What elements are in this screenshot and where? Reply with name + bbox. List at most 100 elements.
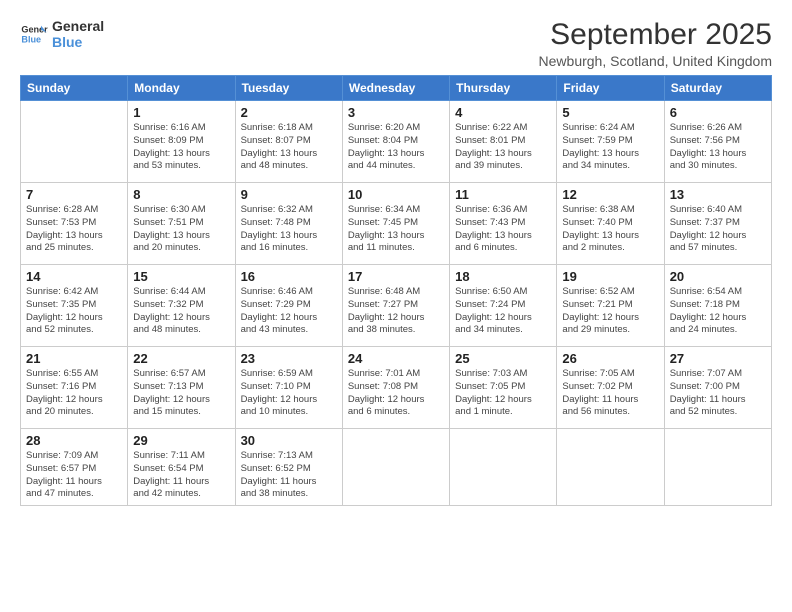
calendar-cell: 26Sunrise: 7:05 AM Sunset: 7:02 PM Dayli… [557, 347, 664, 429]
day-number: 22 [133, 351, 229, 366]
day-number: 20 [670, 269, 766, 284]
title-block: September 2025 Newburgh, Scotland, Unite… [539, 18, 772, 69]
calendar-cell: 9 Sunrise: 6:32 AM Sunset: 7:48 PM Daylig… [235, 183, 342, 265]
logo-text-line2: Blue [52, 34, 104, 50]
day-number: 21 [26, 351, 122, 366]
day-number: 19 [562, 269, 658, 284]
calendar-cell [342, 429, 449, 506]
day-info: Sunrise: 7:05 AM Sunset: 7:02 PM Dayligh… [562, 368, 658, 419]
day-info: Sunrise: 6:16 AM Sunset: 8:09 PM Dayligh… [133, 122, 229, 173]
calendar-cell: 29 Sunrise: 7:11 AM Sunset: 6:54 PM Dayli… [128, 429, 235, 506]
day-number: 30 [241, 433, 337, 448]
day-number: 9 [241, 187, 337, 202]
svg-text:Blue: Blue [21, 34, 41, 44]
day-info: Sunrise: 7:09 AM Sunset: 6:57 PM Dayligh… [26, 450, 122, 501]
calendar-cell: 7 Sunrise: 6:28 AM Sunset: 7:53 PM Daylig… [21, 183, 128, 265]
calendar-cell: 30 Sunrise: 7:13 AM Sunset: 6:52 PM Dayli… [235, 429, 342, 506]
day-info: Sunrise: 6:55 AM Sunset: 7:16 PM Dayligh… [26, 368, 122, 419]
day-number: 10 [348, 187, 444, 202]
col-friday: Friday [557, 76, 664, 101]
day-info: Sunrise: 7:11 AM Sunset: 6:54 PM Dayligh… [133, 450, 229, 501]
calendar-cell: 16 Sunrise: 6:46 AM Sunset: 7:29 PM Dayli… [235, 265, 342, 347]
month-title: September 2025 [539, 18, 772, 51]
calendar-cell: 3 Sunrise: 6:20 AM Sunset: 8:04 PM Daylig… [342, 101, 449, 183]
day-number: 12 [562, 187, 658, 202]
day-info: Sunrise: 6:54 AM Sunset: 7:18 PM Dayligh… [670, 286, 766, 337]
day-number: 28 [26, 433, 122, 448]
calendar-cell: 27Sunrise: 7:07 AM Sunset: 7:00 PM Dayli… [664, 347, 771, 429]
day-number: 13 [670, 187, 766, 202]
day-info: Sunrise: 6:32 AM Sunset: 7:48 PM Dayligh… [241, 204, 337, 255]
day-info: Sunrise: 6:20 AM Sunset: 8:04 PM Dayligh… [348, 122, 444, 173]
day-info: Sunrise: 6:38 AM Sunset: 7:40 PM Dayligh… [562, 204, 658, 255]
logo: General Blue General Blue [20, 18, 104, 50]
calendar-cell [664, 429, 771, 506]
calendar-cell: 20 Sunrise: 6:54 AM Sunset: 7:18 PM Dayli… [664, 265, 771, 347]
header-row: Sunday Monday Tuesday Wednesday Thursday… [21, 76, 772, 101]
day-info: Sunrise: 6:46 AM Sunset: 7:29 PM Dayligh… [241, 286, 337, 337]
calendar-cell: 12 Sunrise: 6:38 AM Sunset: 7:40 PM Dayli… [557, 183, 664, 265]
day-number: 11 [455, 187, 551, 202]
calendar-cell: 15 Sunrise: 6:44 AM Sunset: 7:32 PM Dayli… [128, 265, 235, 347]
col-tuesday: Tuesday [235, 76, 342, 101]
calendar-cell: 18 Sunrise: 6:50 AM Sunset: 7:24 PM Dayli… [450, 265, 557, 347]
day-number: 6 [670, 105, 766, 120]
calendar-cell [557, 429, 664, 506]
col-thursday: Thursday [450, 76, 557, 101]
calendar-cell: 2Sunrise: 6:18 AM Sunset: 8:07 PM Daylig… [235, 101, 342, 183]
day-info: Sunrise: 7:03 AM Sunset: 7:05 PM Dayligh… [455, 368, 551, 419]
day-number: 8 [133, 187, 229, 202]
page: General Blue General Blue September 2025… [0, 0, 792, 612]
day-number: 1 [133, 105, 229, 120]
day-info: Sunrise: 7:01 AM Sunset: 7:08 PM Dayligh… [348, 368, 444, 419]
day-info: Sunrise: 6:40 AM Sunset: 7:37 PM Dayligh… [670, 204, 766, 255]
logo-text-line1: General [52, 18, 104, 34]
location: Newburgh, Scotland, United Kingdom [539, 53, 772, 69]
day-number: 15 [133, 269, 229, 284]
day-info: Sunrise: 6:50 AM Sunset: 7:24 PM Dayligh… [455, 286, 551, 337]
calendar-cell: 28 Sunrise: 7:09 AM Sunset: 6:57 PM Dayli… [21, 429, 128, 506]
calendar-cell: 13 Sunrise: 6:40 AM Sunset: 7:37 PM Dayli… [664, 183, 771, 265]
day-number: 3 [348, 105, 444, 120]
day-info: Sunrise: 6:24 AM Sunset: 7:59 PM Dayligh… [562, 122, 658, 173]
day-number: 7 [26, 187, 122, 202]
day-info: Sunrise: 7:07 AM Sunset: 7:00 PM Dayligh… [670, 368, 766, 419]
calendar-week-3: 21 Sunrise: 6:55 AM Sunset: 7:16 PM Dayli… [21, 347, 772, 429]
calendar-cell: 24 Sunrise: 7:01 AM Sunset: 7:08 PM Dayli… [342, 347, 449, 429]
day-info: Sunrise: 6:22 AM Sunset: 8:01 PM Dayligh… [455, 122, 551, 173]
day-info: Sunrise: 6:26 AM Sunset: 7:56 PM Dayligh… [670, 122, 766, 173]
calendar-cell: 6 Sunrise: 6:26 AM Sunset: 7:56 PM Daylig… [664, 101, 771, 183]
calendar-cell: 1 Sunrise: 6:16 AM Sunset: 8:09 PM Daylig… [128, 101, 235, 183]
day-number: 23 [241, 351, 337, 366]
calendar-cell [450, 429, 557, 506]
calendar-cell: 10Sunrise: 6:34 AM Sunset: 7:45 PM Dayli… [342, 183, 449, 265]
day-number: 24 [348, 351, 444, 366]
header: General Blue General Blue September 2025… [20, 18, 772, 69]
calendar-week-0: 1 Sunrise: 6:16 AM Sunset: 8:09 PM Daylig… [21, 101, 772, 183]
day-number: 29 [133, 433, 229, 448]
day-number: 14 [26, 269, 122, 284]
day-info: Sunrise: 6:36 AM Sunset: 7:43 PM Dayligh… [455, 204, 551, 255]
col-sunday: Sunday [21, 76, 128, 101]
day-info: Sunrise: 6:44 AM Sunset: 7:32 PM Dayligh… [133, 286, 229, 337]
day-info: Sunrise: 6:42 AM Sunset: 7:35 PM Dayligh… [26, 286, 122, 337]
day-info: Sunrise: 6:48 AM Sunset: 7:27 PM Dayligh… [348, 286, 444, 337]
col-monday: Monday [128, 76, 235, 101]
calendar-cell: 22Sunrise: 6:57 AM Sunset: 7:13 PM Dayli… [128, 347, 235, 429]
day-number: 16 [241, 269, 337, 284]
col-saturday: Saturday [664, 76, 771, 101]
day-number: 2 [241, 105, 337, 120]
day-number: 4 [455, 105, 551, 120]
calendar-cell: 25Sunrise: 7:03 AM Sunset: 7:05 PM Dayli… [450, 347, 557, 429]
logo-icon: General Blue [20, 20, 48, 48]
day-info: Sunrise: 6:59 AM Sunset: 7:10 PM Dayligh… [241, 368, 337, 419]
day-info: Sunrise: 6:52 AM Sunset: 7:21 PM Dayligh… [562, 286, 658, 337]
day-info: Sunrise: 7:13 AM Sunset: 6:52 PM Dayligh… [241, 450, 337, 501]
day-number: 18 [455, 269, 551, 284]
calendar-cell: 5Sunrise: 6:24 AM Sunset: 7:59 PM Daylig… [557, 101, 664, 183]
calendar-cell: 8Sunrise: 6:30 AM Sunset: 7:51 PM Daylig… [128, 183, 235, 265]
calendar-cell: 17Sunrise: 6:48 AM Sunset: 7:27 PM Dayli… [342, 265, 449, 347]
calendar-cell: 19 Sunrise: 6:52 AM Sunset: 7:21 PM Dayli… [557, 265, 664, 347]
calendar-cell: 4 Sunrise: 6:22 AM Sunset: 8:01 PM Daylig… [450, 101, 557, 183]
day-info: Sunrise: 6:28 AM Sunset: 7:53 PM Dayligh… [26, 204, 122, 255]
